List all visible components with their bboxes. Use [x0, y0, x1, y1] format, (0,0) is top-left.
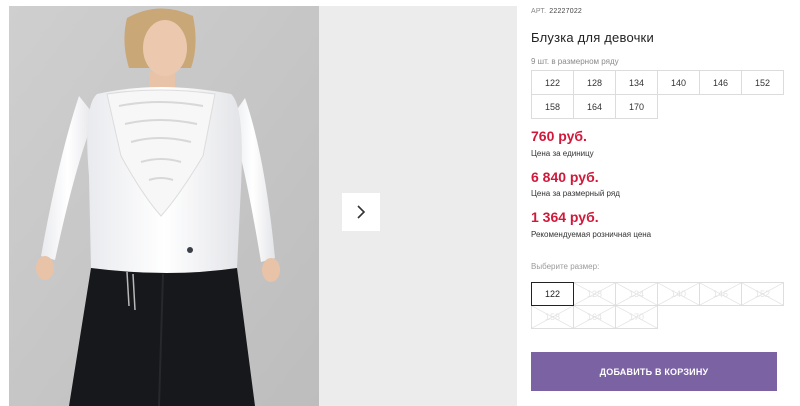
pack-size-cell: 140 [657, 70, 700, 95]
pack-size-grid: 122 128 134 140 146 152 158 164 170 [531, 70, 784, 119]
pack-size-cell: 158 [531, 94, 574, 119]
size-option-label: 128 [586, 289, 603, 299]
size-option-label: 122 [544, 289, 561, 299]
pack-note: 9 шт. в размерном ряду [531, 57, 619, 66]
size-option-disabled: 128 [573, 282, 616, 306]
size-option-disabled: 158 [531, 305, 574, 329]
size-option-disabled: 134 [615, 282, 658, 306]
size-option-disabled: 170 [615, 305, 658, 329]
size-option-selected[interactable]: 122 [531, 282, 574, 306]
pack-price: 6 840 руб. [531, 169, 599, 185]
pack-size-cell: 122 [531, 70, 574, 95]
size-option-label: 164 [586, 312, 603, 322]
article-label: АРТ. [531, 8, 547, 15]
chevron-right-icon [357, 205, 366, 219]
article-number: АРТ. 22227022 [531, 8, 582, 15]
size-option-label: 134 [628, 289, 645, 299]
pack-size-cell: 152 [741, 70, 784, 95]
unit-price: 760 руб. [531, 128, 587, 144]
size-option-disabled: 164 [573, 305, 616, 329]
pack-price-label: Цена за размерный ряд [531, 189, 620, 198]
pack-size-cell: 164 [573, 94, 616, 119]
size-option-disabled: 146 [699, 282, 742, 306]
pack-size-cell: 134 [615, 70, 658, 95]
size-option-label: 170 [628, 312, 645, 322]
size-option-label: 152 [754, 289, 771, 299]
add-to-cart-button[interactable]: ДОБАВИТЬ В КОРЗИНУ [531, 352, 777, 391]
size-selector-label: Выберите размер: [531, 262, 600, 271]
size-option-label: 140 [670, 289, 687, 299]
size-selector: 122 128 134 140 146 152 158 164 170 [531, 282, 784, 329]
size-option-label: 146 [712, 289, 729, 299]
retail-price: 1 364 руб. [531, 209, 599, 225]
size-option-disabled: 140 [657, 282, 700, 306]
article-value: 22227022 [549, 8, 583, 15]
pack-size-cell: 128 [573, 70, 616, 95]
pack-size-cell: 146 [699, 70, 742, 95]
size-option-label: 158 [544, 312, 561, 322]
pack-size-cell: 170 [615, 94, 658, 119]
unit-price-label: Цена за единицу [531, 149, 594, 158]
product-photo [9, 6, 319, 406]
product-title: Блузка для девочки [531, 30, 654, 45]
retail-price-label: Рекомендуемая розничная цена [531, 230, 652, 239]
size-option-disabled: 152 [741, 282, 784, 306]
gallery-next-button[interactable] [342, 193, 380, 231]
